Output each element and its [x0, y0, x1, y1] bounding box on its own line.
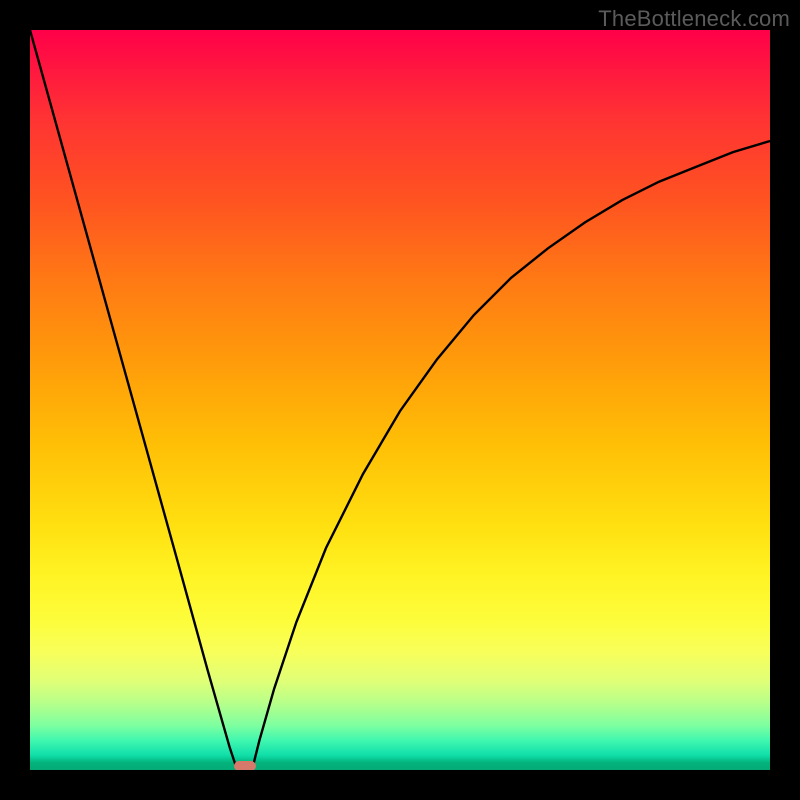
plot-area: [30, 30, 770, 770]
optimum-marker: [234, 761, 256, 770]
curve-left-branch: [30, 30, 237, 770]
curve-right-branch: [252, 141, 770, 770]
bottleneck-curve: [30, 30, 770, 770]
chart-frame: TheBottleneck.com: [0, 0, 800, 800]
watermark-text: TheBottleneck.com: [598, 6, 790, 32]
